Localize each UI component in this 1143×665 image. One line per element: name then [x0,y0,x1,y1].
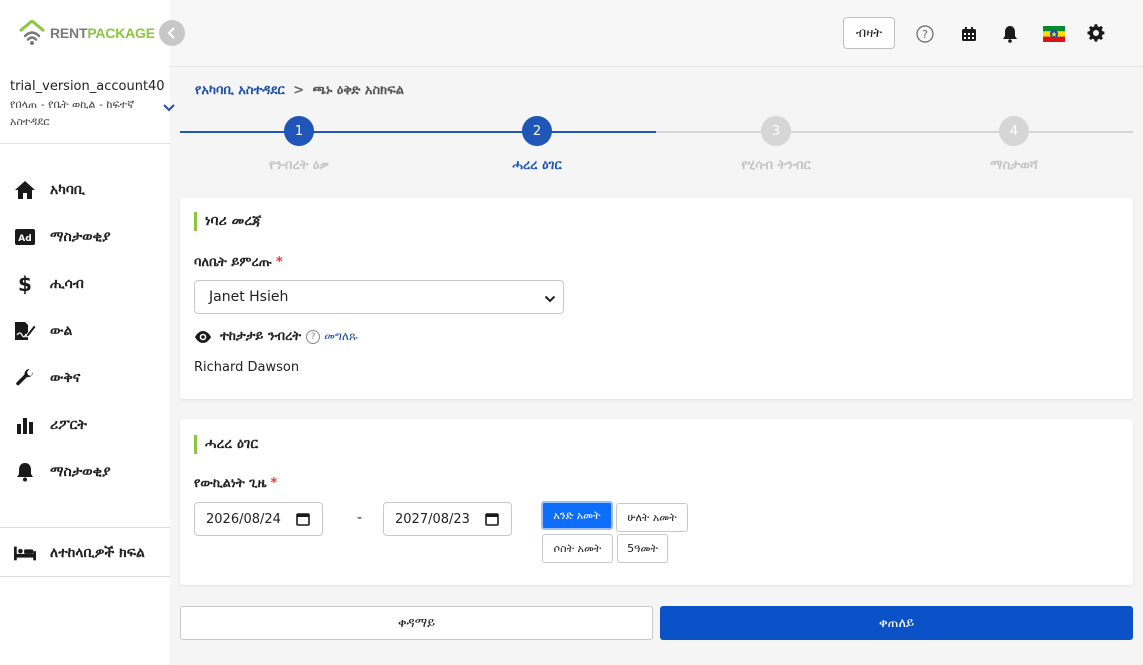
house-wifi-logo-icon [19,20,45,45]
stepper-remaining-line [656,131,1133,133]
date-range-dash: - [357,510,363,526]
visible-property-row: ተከታታይ ንብረት ? መግለጹ [194,329,358,344]
ad-icon: Ad [14,226,36,248]
account-role: የበላጠ - የቤት ወኪል - ከፍተኛ አስተዳደር [10,98,135,128]
sidebar-item-maintenance[interactable]: ውቅና [0,354,170,401]
svg-text:Ad: Ad [18,234,31,244]
eye-icon [194,330,212,344]
sidebar-item-accounting[interactable]: $ ሒሳብ [0,260,170,307]
start-date-value: 2026/08/24 [206,511,281,527]
chevron-down-icon[interactable] [162,98,176,117]
sidebar-item-notifications[interactable]: ማስታወቂያ [0,448,170,495]
sidebar-item-label: ማስታወቂያ [50,228,111,245]
calendar-icon[interactable] [960,25,978,43]
bell-icon[interactable] [1001,25,1019,43]
account-switcher[interactable]: trial_version_account40 የበላጠ - የቤት ወኪል -… [0,68,175,144]
chevron-down-icon [544,292,556,308]
required-mark: * [275,255,283,270]
contract-sign-icon [14,320,36,342]
help-icon[interactable]: ? [916,25,934,43]
sidebar-item-label: ሪፖርት [50,416,87,433]
sidebar-item-label: ውል [50,322,73,339]
help-icon[interactable]: ? [306,329,321,344]
duration-one-year-button[interactable]: አንድ አመት [541,501,613,530]
sidebar-item-label: ለተከላቢዎች ክፍል [50,545,145,561]
step-1-label: የንብረት ዕቃ [269,158,329,173]
chevron-left-icon [167,27,175,39]
step-4-label: ማስታወሻ [990,158,1038,173]
wrench-icon [14,367,36,389]
start-date-input[interactable]: 2026/08/24 [194,502,323,536]
step-3-label: የሂሳብ ትንብር [741,158,811,173]
breadcrumb-link[interactable]: የአካባቢ አስተዳደር [195,83,285,98]
step-4-circle[interactable]: 4 [999,116,1029,146]
sidebar-nav: አካባቢ Ad ማስታወቂያ $ ሒሳብ ውል ውቅና ሪፖርት ማስታወቂያ [0,166,170,495]
svg-text:$: $ [18,273,32,295]
sidebar-item-label: ሒሳብ [50,275,84,292]
next-button[interactable]: ቀጠለይ [660,606,1133,640]
bed-icon [14,542,36,564]
gear-icon[interactable] [1087,24,1105,42]
owner-select[interactable]: Janet Hsieh [194,280,564,314]
previous-button[interactable]: ቀዳማይ [180,606,653,640]
visible-property-value: Richard Dawson [194,360,300,375]
header-count-button[interactable]: ብዛት [843,17,895,49]
period-label-text: የውኪልነት ጊዜ [194,476,267,491]
visible-property-label: ተከታታይ ንብረት [220,329,302,344]
step-2-circle[interactable]: 2 [522,116,552,146]
sidebar-item-area[interactable]: አካባቢ [0,166,170,213]
breadcrumb-current: ጫኑ ዕቅድ አስክፍል [312,83,405,98]
svg-text:?: ? [922,28,928,41]
dollar-icon: $ [14,273,36,295]
sidebar-item-contract[interactable]: ውል [0,307,170,354]
duration-two-year-button[interactable]: ሁለት አመት [616,503,688,532]
lease-period-card: ሓረረ ዕገር የውኪልነት ጊዜ * 2026/08/24 - 2027/08/… [180,419,1133,585]
owner-field-label: ባለቤት ይምረጡ * [194,255,283,270]
ethiopia-flag-icon[interactable] [1043,26,1065,42]
sidebar-divider [0,527,170,528]
sidebar: RENTPACKAGE trial_version_account40 የበላጠ… [0,0,175,665]
sidebar-item-label: ማስታወቂያ [50,463,111,480]
card-title: ነባሪ መረጃ [194,212,261,231]
bar-chart-icon [14,414,36,436]
duration-five-year-button[interactable]: 5ዓመት [617,534,668,563]
logo-text-rent: RENT [50,25,88,41]
breadcrumb-separator: > [293,83,305,98]
period-field-label: የውኪልነት ጊዜ * [194,476,277,491]
step-2-label: ሓረረ ዕገር [512,158,562,173]
calendar-icon[interactable] [296,512,310,530]
top-header: ብዛት ? [170,0,1143,67]
logo-text-package: PACKAGE [87,25,155,41]
rentpackage-logo[interactable]: RENTPACKAGE [18,20,155,46]
step-1-circle[interactable]: 1 [284,116,314,146]
sidebar-item-label: አካባቢ [50,181,85,198]
owner-select-value: Janet Hsieh [209,289,289,305]
card-title: ሓረረ ዕገር [194,435,258,454]
breadcrumb: የአካባቢ አስተዳደር > ጫኑ ዕቅድ አስክፍል [195,83,404,98]
explain-link[interactable]: መግለጹ [324,329,358,344]
end-date-input[interactable]: 2027/08/23 [383,502,512,536]
duration-three-year-button[interactable]: ሶስት አመት [542,534,613,563]
sidebar-item-ads[interactable]: Ad ማስታወቂያ [0,213,170,260]
stepper-progress-line [180,131,656,133]
home-icon [14,179,36,201]
step-3-circle[interactable]: 3 [761,116,791,146]
sidebar-item-reports[interactable]: ሪፖርት [0,401,170,448]
account-name: trial_version_account40 [10,79,165,94]
calendar-icon[interactable] [485,512,499,530]
sidebar-item-tenants[interactable]: ለተከላቢዎች ክፍል [0,530,170,577]
owner-label-text: ባለቤት ይምረጡ [194,255,272,270]
bell-icon [14,461,36,483]
required-mark: * [270,476,278,491]
basic-info-card: ነባሪ መረጃ ባለቤት ይምረጡ * Janet Hsieh ተከታታይ ንብረ… [180,198,1133,399]
sidebar-item-label: ውቅና [50,369,81,386]
wizard-stepper: 1 2 3 4 የንብረት ዕቃ ሓረረ ዕገር የሂሳብ ትንብር ማስታወሻ [180,116,1133,178]
end-date-value: 2027/08/23 [395,511,470,527]
logo-text: RENTPACKAGE [50,25,155,41]
sidebar-collapse-button[interactable] [159,20,185,46]
